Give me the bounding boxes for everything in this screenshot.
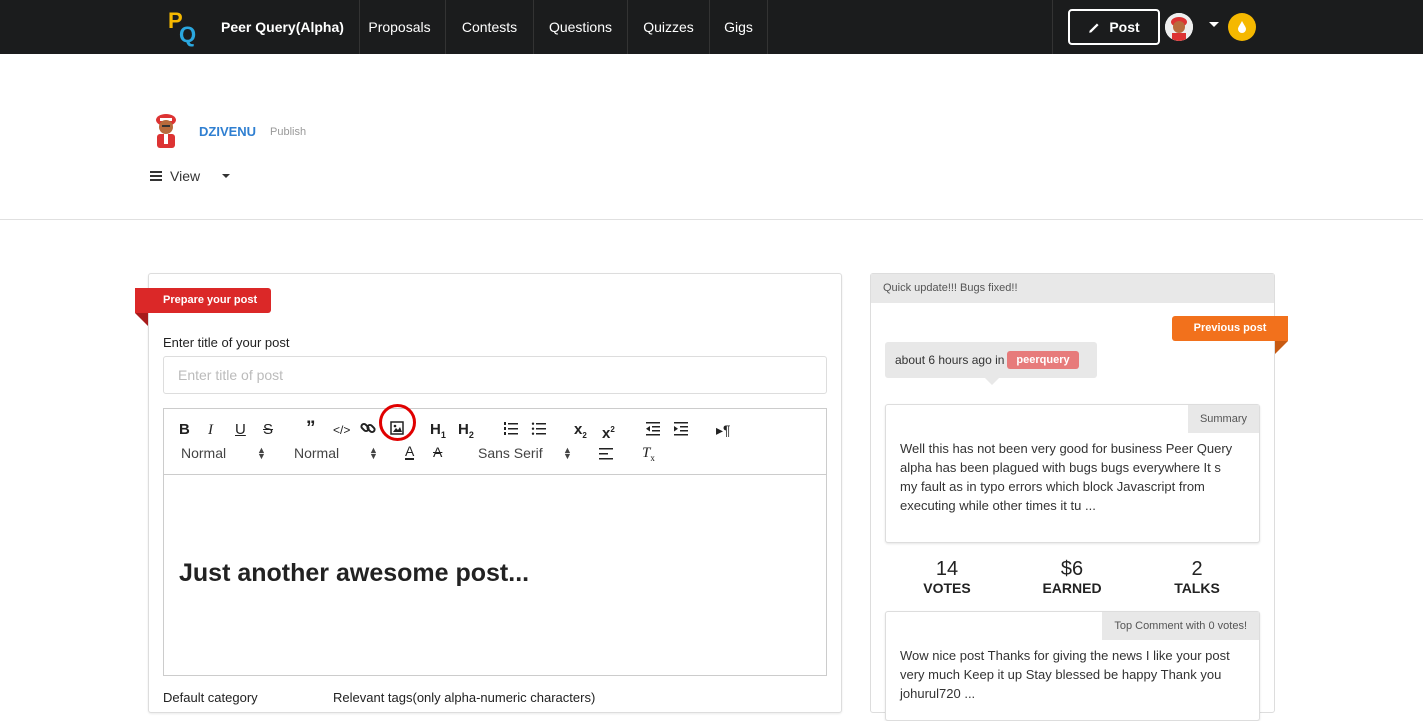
post-button[interactable]: Post <box>1068 9 1160 45</box>
earned-stat: $6 EARNED <box>1012 558 1132 596</box>
select-arrows-icon: ▲ ▼ <box>369 445 378 461</box>
wallet-coin-icon[interactable] <box>1228 13 1256 41</box>
bold-icon[interactable]: B <box>179 421 190 439</box>
user-avatar[interactable] <box>1165 13 1193 41</box>
top-comment-segment: Top Comment with 0 votes! Wow nice post … <box>885 611 1260 721</box>
link-icon[interactable] <box>360 420 376 441</box>
select-arrows-icon: ▲ ▼ <box>563 445 572 461</box>
post-button-label: Post <box>1109 19 1140 35</box>
author-username[interactable]: DZIVENU <box>199 124 256 139</box>
ribbon-fold <box>1275 341 1288 354</box>
author-avatar-icon <box>156 114 176 148</box>
editor-toolbar: B I U S ” </> H1 H2 x2 x2 ▸¶ Normal ▲▼ <box>164 409 826 475</box>
votes-value: 14 <box>935 558 959 580</box>
nav-quizzes[interactable]: Quizzes <box>628 0 710 54</box>
previous-post-ribbon: Previous post <box>1172 316 1288 341</box>
text-color-icon[interactable]: A <box>405 444 415 460</box>
peerquery-logo[interactable]: P Q <box>166 8 200 47</box>
select-arrows-icon: ▲ ▼ <box>257 445 266 461</box>
logo-letter-q: Q <box>179 22 197 47</box>
summary-segment: Summary Well this has not been very good… <box>885 404 1260 543</box>
title-label: Enter title of your post <box>163 335 290 350</box>
subscript-icon[interactable]: x2 <box>574 421 587 445</box>
ribbon-fold <box>135 313 148 326</box>
indent-icon[interactable] <box>673 421 689 441</box>
size-select[interactable]: Normal ▲ ▼ <box>294 445 380 461</box>
header-select[interactable]: Normal ▲ ▼ <box>181 445 267 461</box>
post-meta: about 6 hours ago in peerquery <box>885 342 1097 378</box>
votes-stat: 14 VOTES <box>887 558 1007 596</box>
community-tag[interactable]: peerquery <box>1007 351 1079 369</box>
underline-icon[interactable]: U <box>235 421 246 439</box>
view-dropdown[interactable]: View <box>150 168 231 184</box>
brand-link[interactable]: Peer Query(Alpha) <box>206 0 360 54</box>
nav-divider <box>1052 0 1053 54</box>
header-divider <box>0 219 1423 220</box>
top-comment-label: Top Comment with 0 votes! <box>1102 612 1259 640</box>
heading2-icon[interactable]: H2 <box>458 421 474 444</box>
outdent-icon[interactable] <box>645 421 661 441</box>
talks-stat: 2 TALKS <box>1137 558 1257 596</box>
talks-value: 2 <box>1191 558 1203 580</box>
rich-text-editor: B I U S ” </> H1 H2 x2 x2 ▸¶ Normal ▲▼ <box>163 408 827 676</box>
clear-format-icon[interactable]: Tx <box>642 444 655 467</box>
superscript-icon[interactable]: x2 <box>602 421 615 443</box>
top-navbar: P Q Peer Query(Alpha) Proposals Contests… <box>0 0 1423 54</box>
publish-status: Publish <box>270 126 307 138</box>
ordered-list-icon[interactable] <box>503 421 519 441</box>
user-menu-caret-icon[interactable] <box>1209 22 1219 27</box>
votes-label: VOTES <box>923 580 971 596</box>
header-select-value: Normal <box>181 445 227 461</box>
font-select[interactable]: Sans Serif ▲ ▼ <box>478 445 574 461</box>
drop-icon <box>1238 21 1246 33</box>
bullet-list-icon[interactable] <box>531 421 547 441</box>
talks-label: TALKS <box>1174 580 1220 596</box>
background-color-icon[interactable]: A <box>433 444 442 460</box>
view-dropdown-label: View <box>170 168 201 184</box>
heading1-icon[interactable]: H1 <box>430 421 446 444</box>
prepare-post-ribbon: Prepare your post <box>135 288 272 313</box>
summary-label: Summary <box>1187 405 1259 433</box>
text-direction-icon[interactable]: ▸¶ <box>716 421 731 439</box>
summary-text: Well this has not been very good for bus… <box>900 441 1233 513</box>
earned-label: EARNED <box>1042 580 1102 596</box>
post-time: about 6 hours ago in <box>895 353 1005 367</box>
blockquote-icon[interactable]: ” <box>306 419 316 438</box>
italic-icon[interactable]: I <box>208 421 213 439</box>
avatar-face-icon <box>1165 13 1193 41</box>
chevron-down-icon <box>222 174 231 178</box>
earned-value: $6 <box>1060 558 1084 580</box>
font-select-value: Sans Serif <box>478 445 543 461</box>
previous-post-title[interactable]: Quick update!!! Bugs fixed!! <box>871 274 1274 303</box>
nav-questions[interactable]: Questions <box>534 0 628 54</box>
align-icon[interactable] <box>598 447 614 466</box>
nav-proposals[interactable]: Proposals <box>354 0 446 54</box>
strikethrough-icon[interactable]: S <box>263 421 273 439</box>
pencil-icon <box>1089 22 1099 33</box>
author-avatar[interactable] <box>150 112 182 150</box>
image-button-highlight <box>379 404 416 441</box>
nav-gigs[interactable]: Gigs <box>710 0 768 54</box>
size-select-value: Normal <box>294 445 340 461</box>
top-comment-text: Wow nice post Thanks for giving the news… <box>900 648 1230 701</box>
code-icon[interactable]: </> <box>333 421 350 439</box>
hamburger-icon <box>150 169 162 183</box>
nav-contests[interactable]: Contests <box>446 0 534 54</box>
pointer-arrow <box>985 378 999 385</box>
post-title-input[interactable] <box>163 356 827 394</box>
editor-content[interactable]: Just another awesome post... <box>179 559 529 588</box>
